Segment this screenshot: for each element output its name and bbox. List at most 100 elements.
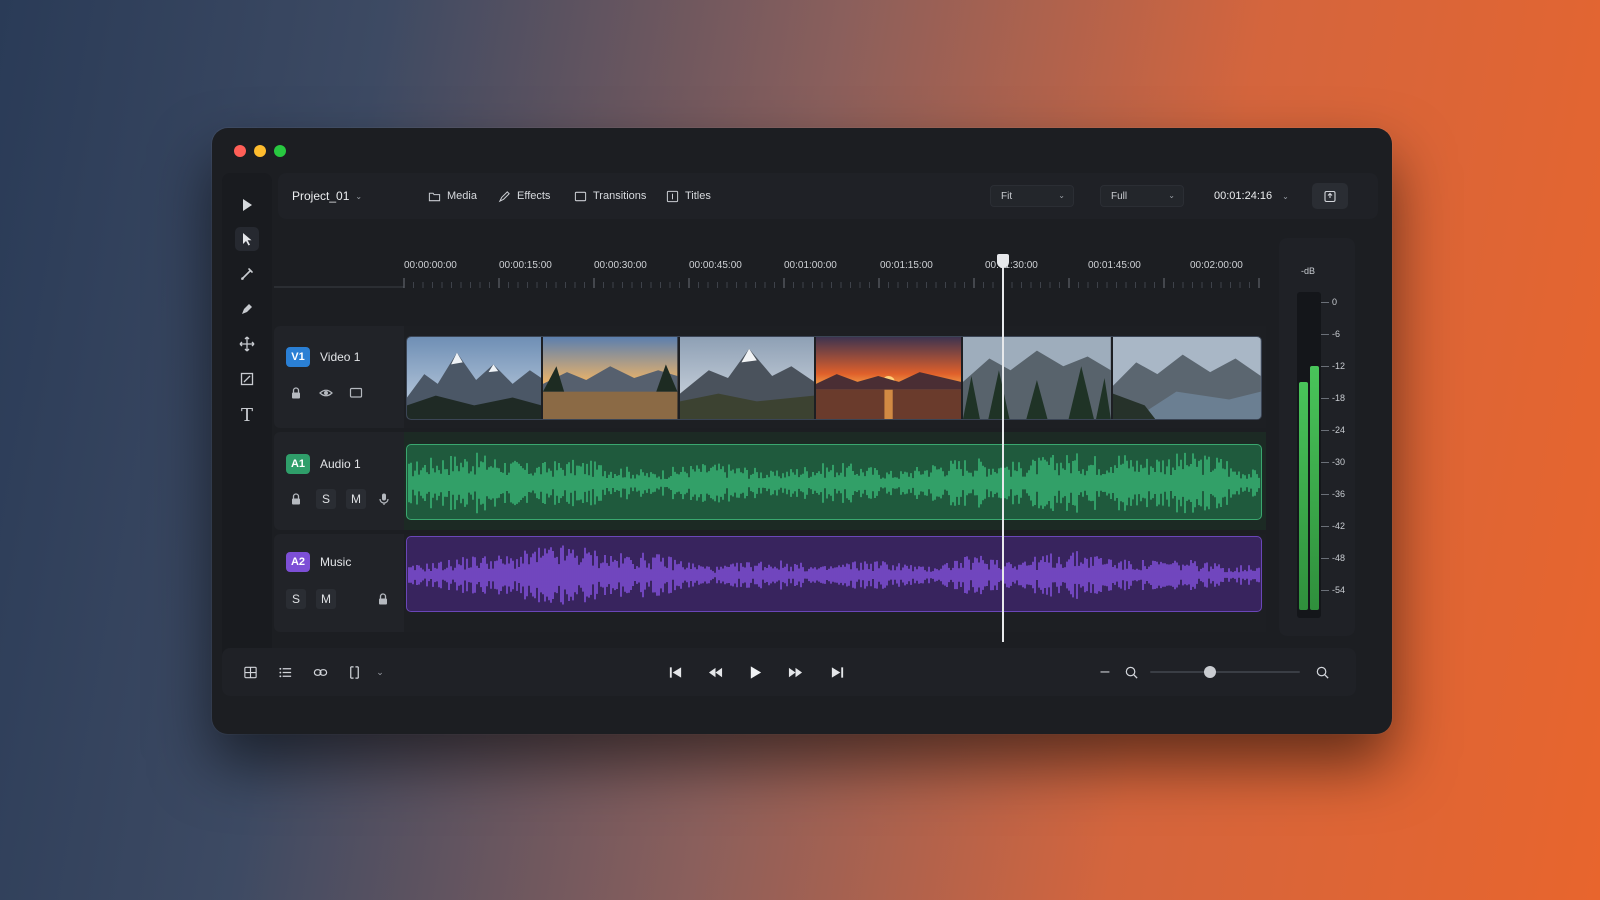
tab-media[interactable]: Media [428,173,477,219]
ruler-label: 00:00:15:00 [499,260,552,271]
mute-button[interactable]: M [346,489,366,509]
timeline-panel: 00:00:00:00 00:00:15:00 00:00:30:00 00:0… [274,238,1274,656]
meter-scale-tick [1321,462,1329,463]
track-name[interactable]: Video 1 [320,350,360,364]
close-window-button[interactable] [234,145,246,157]
ruler-label: 00:00:45:00 [689,260,742,271]
video-clip[interactable] [406,336,1262,420]
eye-icon[interactable] [316,383,336,403]
playhead[interactable] [997,254,1009,642]
fast-forward-icon[interactable] [785,662,805,682]
music-lane [404,534,1266,632]
zoom-out-icon[interactable] [1121,662,1141,682]
transition-icon [574,191,587,201]
top-toolbar: Project_01 ⌄ Media Effects Transitions T… [278,173,1378,219]
list-icon[interactable] [275,662,295,682]
window-controls [234,145,286,157]
clip-thumbnail [1113,337,1261,419]
crop-icon[interactable] [235,367,259,391]
zoom-slider[interactable] [1150,666,1300,678]
audio-meter-panel: -dB 0 -6 -12 -18 -24 -30 -36 -42 -48 -54 [1279,238,1355,636]
play-tool-icon[interactable] [235,193,259,217]
select-arrow-icon[interactable] [235,227,259,251]
brush-icon [498,190,510,202]
track-name[interactable]: Music [320,555,351,569]
meter-bar-left [1299,382,1308,610]
ruler-label: 00:00:00:00 [404,260,457,271]
tool-rail: T [222,173,272,661]
meter-scale-tick [1321,334,1329,335]
meter-unit: -dB [1301,266,1316,276]
lock-icon[interactable] [286,489,306,509]
ruler-label: 00:01:45:00 [1088,260,1141,271]
track-header-video: V1 Video 1 [274,326,404,428]
zoom-window-button[interactable] [274,145,286,157]
editor-window: T Project_01 ⌄ Media Effects Transitions… [212,128,1392,734]
minimize-window-button[interactable] [254,145,266,157]
meter-scale-tick [1321,494,1329,495]
text-tool-icon[interactable]: T [235,403,259,427]
pen-icon[interactable] [235,297,259,321]
ruler-label: 00:02:00:00 [1190,260,1243,271]
snap-icon[interactable] [344,662,364,682]
zoom-out-button[interactable]: – [1095,662,1115,682]
quality-select[interactable]: Full ⌄ [1100,185,1184,207]
solo-button[interactable]: S [286,589,306,609]
export-button[interactable] [1312,183,1348,209]
link-icon[interactable] [310,662,330,682]
titles-icon [666,190,679,202]
ruler-label: 00:01:30:00 [985,260,1038,271]
track-badge-v1: V1 [286,347,310,367]
tab-effects[interactable]: Effects [498,173,550,219]
ruler-label: 00:01:00:00 [784,260,837,271]
zoom-fit-value: Fit [1001,190,1013,202]
solo-button[interactable]: S [316,489,336,509]
music-clip[interactable] [406,536,1262,612]
chevron-down-icon: ⌄ [355,191,363,201]
audio-clip[interactable] [406,444,1262,520]
track-name[interactable]: Audio 1 [320,457,361,471]
meter-scale-label: -54 [1332,585,1346,595]
time-ruler[interactable]: 00:00:00:00 00:00:15:00 00:00:30:00 00:0… [274,238,1264,288]
play-icon[interactable] [745,662,765,682]
tab-titles[interactable]: Titles [666,173,711,219]
lock-icon[interactable] [373,589,393,609]
tab-transitions[interactable]: Transitions [574,173,646,219]
monitor-icon[interactable] [346,383,366,403]
zoom-slider-handle[interactable] [1204,666,1216,678]
meter-scale-label: -48 [1332,553,1346,563]
meter-scale-label: -24 [1332,425,1346,435]
meter-scale-tick [1321,430,1329,431]
chevron-down-icon: ⌄ [1168,191,1175,200]
razor-icon[interactable] [235,262,259,286]
clip-thumbnail [816,337,962,419]
zoom-fit-select[interactable]: Fit ⌄ [990,185,1074,207]
meter-scale-label: -6 [1332,329,1341,339]
track-badge-a1: A1 [286,454,310,474]
rewind-icon[interactable] [705,662,725,682]
meter-scale-label: -12 [1332,361,1346,371]
ruler-label: 00:00:30:00 [594,260,647,271]
clip-thumbnail [963,337,1112,419]
chevron-down-icon[interactable]: ⌄ [370,662,390,682]
audio1-lane [404,432,1266,530]
microphone-icon[interactable] [374,489,394,509]
timecode-display[interactable]: 00:01:24:16 ⌄ [1214,173,1289,219]
audio-waveform [408,452,1260,514]
mute-button[interactable]: M [316,589,336,609]
zoom-in-icon[interactable] [1312,662,1332,682]
playhead-handle[interactable] [997,254,1009,268]
meter-scale-tick [1321,302,1329,303]
skip-forward-icon[interactable] [827,662,847,682]
tab-media-label: Media [447,190,477,202]
skip-back-icon[interactable] [665,662,685,682]
project-menu[interactable]: Project_01 ⌄ [292,173,362,219]
meter-scale-label: -36 [1332,489,1346,499]
layout-icon[interactable] [240,662,260,682]
move-icon[interactable] [235,332,259,356]
project-name: Project_01 [292,189,350,203]
meter-scale-tick [1321,526,1329,527]
track-badge-a2: A2 [286,552,310,572]
lock-icon[interactable] [286,383,306,403]
clip-thumbnail [543,337,678,419]
